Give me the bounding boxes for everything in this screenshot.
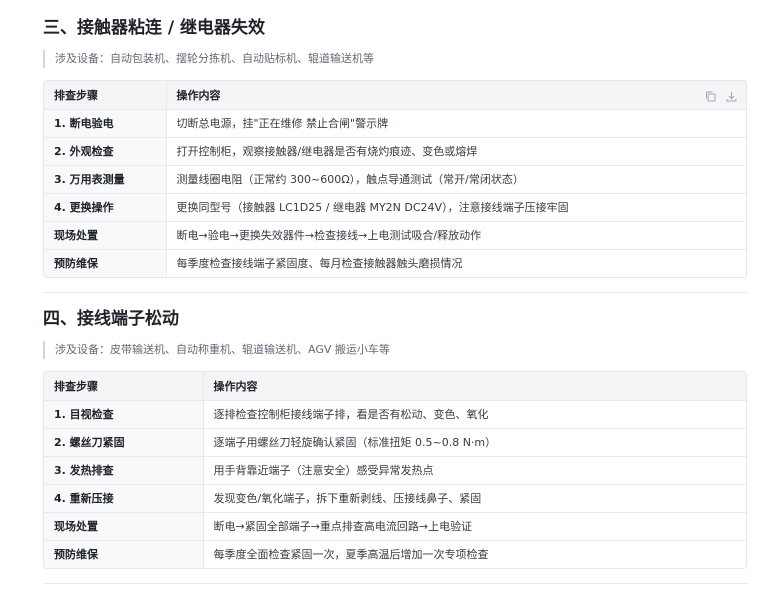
table-row: 预防维保 每季度检查接线端子紧固度、每月检查接触器触头磨损情况 bbox=[44, 248, 746, 277]
section-title: 四、接线端子松动 bbox=[43, 309, 179, 329]
section-terminal-loose: 四、接线端子松动 涉及设备：皮带输送机、自动称重机、辊道输送机、AGV 搬运小车… bbox=[43, 308, 747, 569]
table-row: 2. 外观检查 打开控制柜，观察接触器/继电器是否有烧灼痕迹、变色或熔焊 bbox=[44, 136, 746, 165]
table-row: 3. 万用表测量 测量线圈电阻（正常约 300~600Ω），触点导通测试（常开/… bbox=[44, 164, 746, 193]
content-cell: 切断总电源，挂"正在维修 禁止合闸"警示牌 bbox=[165, 108, 746, 137]
table-row: 3. 发热排查 用手背靠近端子（注意安全）感受异常发热点 bbox=[44, 455, 746, 484]
content-cell: 用手背靠近端子（注意安全）感受异常发热点 bbox=[202, 455, 746, 484]
download-icon[interactable] bbox=[725, 88, 738, 102]
section-title: 三、接触器粘连 / 继电器失效 bbox=[43, 18, 266, 38]
content-cell: 逐排检查控制柜接线端子排，看是否有松动、变色、氧化 bbox=[202, 399, 746, 428]
content-cell: 断电→验电→更换失效器件→检查接线→上电测试吸合/释放动作 bbox=[165, 220, 746, 249]
section-contactor-relay: 三、接触器粘连 / 继电器失效 涉及设备：自动包装机、摆轮分拣机、自动贴标机、辊… bbox=[43, 17, 747, 278]
table-row: 现场处置 断电→验电→更换失效器件→检查接线→上电测试吸合/释放动作 bbox=[44, 220, 746, 249]
step-cell: 现场处置 bbox=[44, 511, 203, 540]
table-header-row: 排查步骤 操作内容 bbox=[44, 81, 746, 109]
content-cell: 更换同型号（接触器 LC1D25 / 继电器 MY2N DC24V），注意接线端… bbox=[165, 192, 746, 221]
step-cell: 2. 螺丝刀紧固 bbox=[44, 427, 203, 456]
step-cell: 1. 目视检查 bbox=[44, 399, 203, 428]
content-cell: 打开控制柜，观察接触器/继电器是否有烧灼痕迹、变色或熔焊 bbox=[165, 136, 746, 165]
column-header-step: 排查步骤 bbox=[44, 372, 203, 400]
step-cell: 2. 外观检查 bbox=[44, 136, 166, 165]
table-row: 现场处置 断电→紧固全部端子→重点排查高电流回路→上电验证 bbox=[44, 511, 746, 540]
content-cell: 逐端子用螺丝刀轻旋确认紧固（标准扭矩 0.5~0.8 N·m） bbox=[202, 427, 746, 456]
step-cell: 4. 重新压接 bbox=[44, 483, 203, 512]
step-cell: 预防维保 bbox=[44, 539, 203, 568]
content-cell: 断电→紧固全部端子→重点排查高电流回路→上电验证 bbox=[202, 511, 746, 540]
content-cell: 每季度检查接线端子紧固度、每月检查接触器触头磨损情况 bbox=[165, 248, 746, 277]
content-cell: 发现变色/氧化端子，拆下重新剥线、压接线鼻子、紧固 bbox=[202, 483, 746, 512]
troubleshooting-table: 排查步骤 操作内容 1. 断电验电 切断总电源，挂"正在维修 禁止合闸"警示牌 … bbox=[43, 80, 747, 278]
content-cell: 每季度全面检查紧固一次，夏季高温后增加一次专项检查 bbox=[202, 539, 746, 568]
step-cell: 4. 更换操作 bbox=[44, 192, 166, 221]
step-cell: 3. 万用表测量 bbox=[44, 164, 166, 193]
table-row: 1. 目视检查 逐排检查控制柜接线端子排，看是否有松动、变色、氧化 bbox=[44, 399, 746, 428]
section-divider bbox=[43, 292, 747, 293]
copy-icon[interactable] bbox=[704, 88, 717, 102]
section-divider bbox=[43, 583, 747, 584]
step-cell: 预防维保 bbox=[44, 248, 166, 277]
table-row: 2. 螺丝刀紧固 逐端子用螺丝刀轻旋确认紧固（标准扭矩 0.5~0.8 N·m） bbox=[44, 427, 746, 456]
column-header-content: 操作内容 bbox=[202, 372, 746, 400]
step-cell: 3. 发热排查 bbox=[44, 455, 203, 484]
troubleshooting-table: 排查步骤 操作内容 1. 目视检查 逐排检查控制柜接线端子排，看是否有松动、变色… bbox=[43, 371, 747, 569]
column-header-content: 操作内容 bbox=[165, 81, 746, 109]
table-row: 4. 更换操作 更换同型号（接触器 LC1D25 / 继电器 MY2N DC24… bbox=[44, 192, 746, 221]
table-row: 预防维保 每季度全面检查紧固一次，夏季高温后增加一次专项检查 bbox=[44, 539, 746, 568]
content-cell: 测量线圈电阻（正常约 300~600Ω），触点导通测试（常开/常闭状态） bbox=[165, 164, 746, 193]
step-cell: 现场处置 bbox=[44, 220, 166, 249]
table-header-row: 排查步骤 操作内容 bbox=[44, 372, 746, 400]
table-row: 1. 断电验电 切断总电源，挂"正在维修 禁止合闸"警示牌 bbox=[44, 108, 746, 137]
table-toolbar bbox=[704, 88, 738, 102]
column-header-step: 排查步骤 bbox=[44, 81, 166, 109]
equipment-note: 涉及设备：皮带输送机、自动称重机、辊道输送机、AGV 搬运小车等 bbox=[43, 341, 747, 359]
equipment-note: 涉及设备：自动包装机、摆轮分拣机、自动贴标机、辊道输送机等 bbox=[43, 50, 747, 68]
step-cell: 1. 断电验电 bbox=[44, 108, 166, 137]
table-row: 4. 重新压接 发现变色/氧化端子，拆下重新剥线、压接线鼻子、紧固 bbox=[44, 483, 746, 512]
